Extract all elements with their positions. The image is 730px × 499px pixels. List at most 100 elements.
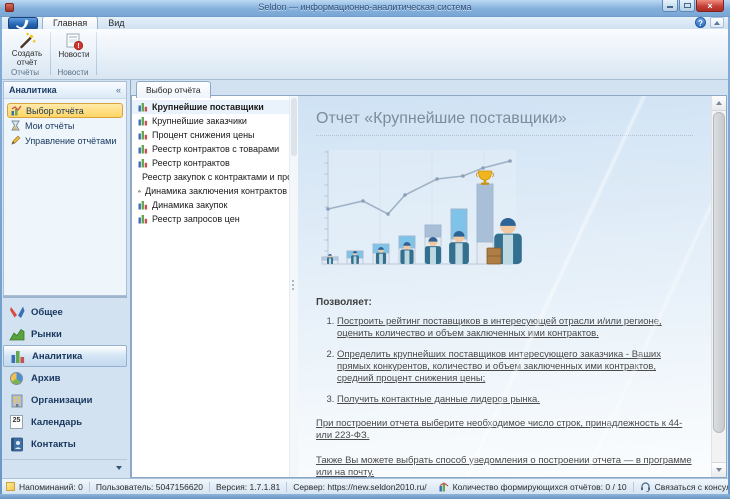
permit-link[interactable]: Получить контактные данные лидеров рынка… xyxy=(337,394,540,405)
permit-link[interactable]: Определить крупнейших поставщиков интере… xyxy=(337,349,661,385)
calendar-icon: 25 xyxy=(8,415,25,429)
sidebar-item-my-reports[interactable]: Мои отчёты xyxy=(7,118,123,133)
mini-chart-icon xyxy=(439,482,449,492)
svg-text:!: ! xyxy=(77,43,79,50)
report-label: Крупнейшие поставщики xyxy=(152,102,264,112)
help-icon[interactable]: ? xyxy=(695,17,706,28)
maximize-icon xyxy=(684,3,691,8)
report-list-item[interactable]: Реестр контрактов xyxy=(132,156,289,170)
ribbon: Создать отчёт ! Новости Отчёты Новости xyxy=(0,29,730,80)
window-bottom-edge xyxy=(0,494,730,499)
create-report-button[interactable]: Создать отчёт xyxy=(6,32,48,66)
create-report-label: Создать отчёт xyxy=(6,50,48,68)
report-chart-icon xyxy=(138,158,148,168)
maximize-button[interactable] xyxy=(679,0,695,12)
report-list-item[interactable]: Реестр запросов цен xyxy=(132,212,289,226)
ribbon-group-news-caption: Новости xyxy=(50,68,96,78)
note-link[interactable]: При построении отчета выберите необходим… xyxy=(316,418,693,443)
note-icon xyxy=(6,482,15,491)
note-link[interactable]: Также Вы можете выбрать способ уведомлен… xyxy=(316,455,693,477)
report-list-item[interactable]: Реестр контрактов с товарами xyxy=(132,142,289,156)
report-list-item[interactable]: Динамика закупок xyxy=(132,198,289,212)
tab-view[interactable]: Вид xyxy=(98,16,134,29)
news-label: Новости xyxy=(59,51,90,60)
report-list-item[interactable]: Крупнейшие заказчики xyxy=(132,114,289,128)
report-chart-icon xyxy=(138,200,148,210)
report-list-item[interactable]: Реестр закупок с контрактами и протокола… xyxy=(132,170,289,184)
sidebar-module-organizations[interactable]: Организации xyxy=(3,389,127,411)
titlebar: Seldon — информационно-аналитическая сис… xyxy=(0,0,730,17)
reminders-status[interactable]: Напоминаний: 0 xyxy=(6,482,83,492)
permit-item: Получить контактные данные лидеров рынка… xyxy=(337,394,693,406)
content-scrollbar[interactable] xyxy=(711,96,726,477)
permit-link[interactable]: Построить рейтинг поставщиков в интересу… xyxy=(337,316,662,339)
pencil-icon xyxy=(10,135,21,146)
user-status: Пользователь: 5047156620 xyxy=(96,482,203,492)
building-icon xyxy=(8,393,25,408)
sidebar-item-report-select[interactable]: Выбор отчёта xyxy=(7,103,123,118)
sidebar-module-markets[interactable]: Рынки xyxy=(3,323,127,345)
app-window: Seldon — информационно-аналитическая сис… xyxy=(0,0,730,499)
configure-buttons-icon[interactable] xyxy=(116,466,122,470)
report-label: Динамика закупок xyxy=(152,200,227,210)
analytics-nav-panel: Аналитика « Выбор отчёта xyxy=(3,81,127,296)
report-label: Реестр контрактов xyxy=(152,158,230,168)
collapse-ribbon-icon[interactable] xyxy=(710,17,724,28)
report-label: Крупнейшие заказчики xyxy=(152,116,247,126)
report-list-item[interactable]: Динамика заключения контрактов xyxy=(132,184,289,198)
analytics-bars-icon xyxy=(9,349,26,364)
nav-panel-title: Аналитика xyxy=(9,85,57,95)
report-label: Динамика заключения контрактов xyxy=(145,186,287,196)
document-tab[interactable]: Выбор отчёта xyxy=(136,81,211,98)
arrows-icon xyxy=(8,305,25,320)
report-chart-icon xyxy=(138,214,148,224)
app-icon xyxy=(5,3,14,12)
permit-item: Построить рейтинг поставщиков в интересу… xyxy=(337,316,693,341)
report-label: Реестр запросов цен xyxy=(152,214,240,224)
ribbon-group-separator xyxy=(96,32,97,75)
document-area: Крупнейшие поставщики Крупнейшие заказчи… xyxy=(131,95,727,478)
splitter-handle[interactable] xyxy=(292,280,294,290)
sidebar-module-analytics[interactable]: Аналитика xyxy=(3,345,127,367)
permits-list: Построить рейтинг поставщиков в интересу… xyxy=(316,316,693,406)
report-chart-icon xyxy=(138,144,148,154)
contacts-book-icon xyxy=(8,437,25,452)
report-list-item[interactable]: Крупнейшие поставщики xyxy=(132,100,289,114)
sidebar-module-contacts[interactable]: Контакты xyxy=(3,433,127,455)
forming-reports-status[interactable]: Количество формирующихся отчётов: 0 / 10 xyxy=(439,482,627,492)
content-scroll-thumb[interactable] xyxy=(713,112,725,433)
minimize-button[interactable] xyxy=(662,0,678,12)
scroll-down-icon[interactable] xyxy=(712,462,726,477)
version-status: Версия: 1.7.1.81 xyxy=(216,482,280,492)
permit-item: Определить крупнейших поставщиков интере… xyxy=(337,349,693,386)
report-chart-icon xyxy=(138,116,148,126)
report-label: Процент снижения цены xyxy=(152,130,255,140)
ribbon-group-reports-caption: Отчёты xyxy=(0,68,50,78)
tab-home[interactable]: Главная xyxy=(42,16,98,29)
scroll-up-icon[interactable] xyxy=(712,96,726,111)
sidebar: Аналитика « Выбор отчёта xyxy=(0,79,131,478)
minimize-icon xyxy=(667,6,673,8)
report-title: Отчет «Крупнейшие поставщики» xyxy=(316,110,693,136)
sidebar-footer xyxy=(3,459,127,476)
close-button[interactable]: × xyxy=(696,0,724,12)
sidebar-module-archive[interactable]: Архив xyxy=(3,367,127,389)
sidebar-item-manage-reports[interactable]: Управление отчётами xyxy=(7,133,123,148)
window-left-edge xyxy=(0,16,2,499)
sidebar-module-general[interactable]: Общее xyxy=(3,301,127,323)
sidebar-module-calendar[interactable]: 25 Календарь xyxy=(3,411,127,433)
report-list-item[interactable]: Процент снижения цены xyxy=(132,128,289,142)
ribbon-tab-row: Главная Вид ? xyxy=(0,16,730,30)
news-button[interactable]: ! Новости xyxy=(53,32,95,66)
pie-chart-icon xyxy=(8,372,25,385)
module-list: Общее Рынки Аналитика xyxy=(3,296,127,455)
report-list-scroll-thumb[interactable] xyxy=(291,98,297,156)
consultant-link[interactable]: Связаться с консультантом xyxy=(640,481,730,492)
report-chart-icon xyxy=(138,130,148,140)
collapse-panel-icon[interactable]: « xyxy=(116,85,121,95)
report-list: Крупнейшие поставщики Крупнейшие заказчи… xyxy=(132,96,289,477)
window-title: Seldon — информационно-аналитическая сис… xyxy=(258,2,471,12)
report-label: Реестр контрактов с товарами xyxy=(152,144,279,154)
server-status: Сервер: https://new.seldon2010.ru/ xyxy=(293,482,426,492)
magic-wand-icon xyxy=(18,32,36,50)
